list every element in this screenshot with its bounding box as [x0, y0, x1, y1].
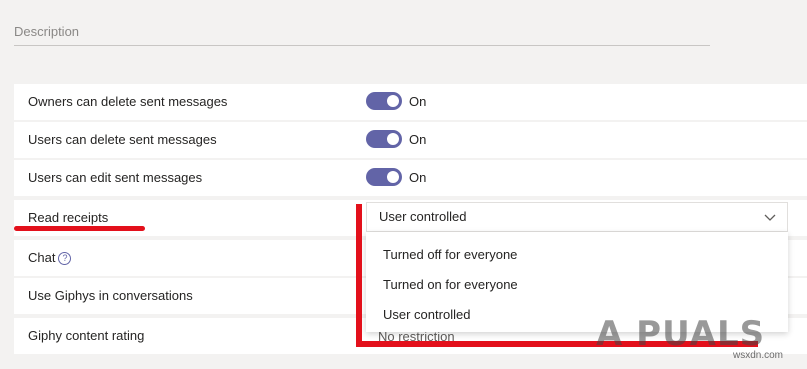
annotation-bracket-vertical	[356, 204, 362, 346]
setting-label: Owners can delete sent messages	[28, 94, 228, 109]
setting-label: Use Giphys in conversations	[28, 288, 193, 303]
users-delete-toggle[interactable]	[366, 130, 402, 148]
option-turned-off[interactable]: Turned off for everyone	[383, 245, 517, 265]
option-user-controlled[interactable]: User controlled	[383, 305, 470, 325]
description-label: Description	[14, 24, 80, 39]
setting-row-users-edit: Users can edit sent messages On	[14, 160, 807, 196]
owners-delete-toggle[interactable]	[366, 92, 402, 110]
read-receipts-select[interactable]: User controlled	[366, 202, 788, 232]
toggle-state-text: On	[409, 132, 427, 147]
toggle-state-text: On	[409, 170, 427, 185]
description-underline	[14, 45, 710, 46]
toggle-knob	[387, 95, 399, 107]
chat-label-text: Chat	[28, 250, 56, 265]
setting-label: Chat?	[28, 240, 72, 276]
annotation-underline	[14, 226, 145, 231]
users-edit-toggle[interactable]	[366, 168, 402, 186]
toggle-knob	[387, 133, 399, 145]
setting-row-users-delete: Users can delete sent messages On	[14, 122, 807, 158]
setting-label: Giphy content rating	[28, 328, 145, 343]
toggle-knob	[387, 171, 399, 183]
setting-label: Users can delete sent messages	[28, 132, 217, 147]
toggle-state-text: On	[409, 94, 427, 109]
setting-label: Users can edit sent messages	[28, 170, 203, 185]
option-turned-on[interactable]: Turned on for everyone	[383, 275, 518, 295]
select-value: User controlled	[379, 209, 467, 224]
chevron-down-icon[interactable]	[763, 210, 777, 224]
watermark-url: wsxdn.com	[733, 350, 784, 361]
setting-row-owners-delete: Owners can delete sent messages On	[14, 84, 807, 120]
question-circle-icon[interactable]: ?	[58, 252, 72, 265]
